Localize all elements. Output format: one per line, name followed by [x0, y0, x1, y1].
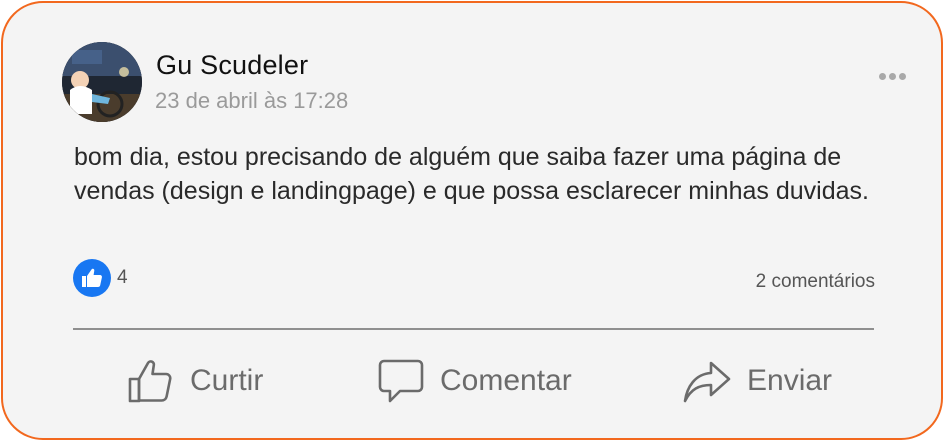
reactions-summary[interactable]: 4 [73, 259, 128, 297]
like-button[interactable]: Curtir [126, 353, 263, 409]
post-body-text: bom dia, estou precisando de alguém que … [74, 143, 869, 205]
post-card: Gu Scudeler 23 de abril às 17:28 bom dia… [1, 1, 943, 440]
divider [73, 328, 874, 330]
post-timestamp[interactable]: 23 de abril às 17:28 [155, 88, 348, 114]
avatar[interactable] [62, 42, 142, 122]
avatar-photo [62, 42, 142, 122]
more-horizontal-icon [878, 72, 886, 80]
thumbs-up-outline-icon [128, 360, 172, 403]
comment-button[interactable]: Comentar [378, 353, 572, 409]
more-horizontal-icon-dot [888, 72, 896, 80]
speech-bubble-icon [378, 359, 424, 403]
more-horizontal-icon-dot [898, 72, 906, 80]
author-name[interactable]: Gu Scudeler [156, 50, 308, 81]
comment-button-label: Comentar [440, 364, 572, 397]
thumbs-up-icon [73, 259, 111, 297]
share-button[interactable]: Enviar [683, 353, 832, 409]
like-count: 4 [117, 267, 128, 288]
comments-count-link[interactable]: 2 comentários [756, 271, 875, 293]
share-button-label: Enviar [747, 364, 833, 397]
share-arrow-icon [683, 361, 731, 403]
more-options-button[interactable] [873, 67, 911, 85]
like-button-label: Curtir [190, 364, 264, 397]
